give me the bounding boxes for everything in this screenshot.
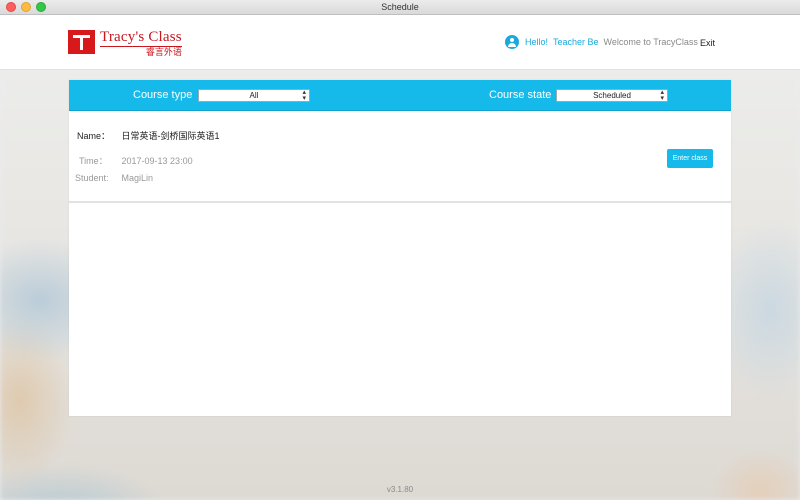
app-header: Tracy's Class 睿言外语 Hello! Teacher Be Wel… xyxy=(0,15,800,70)
filter-bar: Course type All ▴ ▾ Course state Schedule… xyxy=(69,80,731,111)
course-type-select[interactable]: All ▴ ▾ xyxy=(198,89,310,102)
tracys-class-logo: Tracy's Class 睿言外语 xyxy=(68,30,182,57)
logo-chinese: 睿言外语 xyxy=(145,47,182,57)
teacher-name[interactable]: Teacher Be xyxy=(553,37,599,47)
close-window-button[interactable] xyxy=(6,2,16,12)
select-arrows-icon: ▴ ▾ xyxy=(302,89,306,102)
enter-class-button[interactable]: Enter class xyxy=(667,149,713,168)
user-greeting: Hello! Teacher Be Welcome to TracyClass xyxy=(505,35,698,49)
course-name: 日常英语-剑桥国际英语1 xyxy=(121,131,220,141)
minimize-window-button[interactable] xyxy=(21,2,31,12)
course-time: 2017-09-13 23:00 xyxy=(121,156,193,166)
student-name: MagiLin xyxy=(121,173,154,183)
maximize-window-button[interactable] xyxy=(36,2,46,12)
course-state-value: Scheduled xyxy=(593,91,631,100)
window-controls xyxy=(6,2,46,12)
course-type-label: Course type xyxy=(133,89,193,101)
course-student-row: Student: MagiLin xyxy=(75,173,153,183)
name-label: Name： xyxy=(77,131,111,141)
welcome-text: Welcome to TracyClass xyxy=(603,37,698,47)
hello-text: Hello! xyxy=(525,37,549,47)
course-item: Name： 日常英语-剑桥国际英语1 Time： 2017-09-13 23:0… xyxy=(69,111,731,203)
course-time-row: Time： 2017-09-13 23:00 xyxy=(79,154,193,167)
course-state-select[interactable]: Scheduled ▴ ▾ xyxy=(556,89,668,102)
logo-english: Tracy's Class xyxy=(100,29,182,47)
window-title: Schedule xyxy=(381,2,419,12)
time-label: Time： xyxy=(79,156,108,166)
schedule-panel: Course type All ▴ ▾ Course state Schedule… xyxy=(69,80,731,416)
select-arrows-icon: ▴ ▾ xyxy=(660,89,664,102)
course-state-label: Course state xyxy=(489,89,552,101)
course-name-row: Name： 日常英语-剑桥国际英语1 xyxy=(77,129,220,142)
exit-button[interactable]: Exit xyxy=(700,38,715,48)
window-titlebar: Schedule xyxy=(0,0,800,15)
logo-t-icon xyxy=(68,30,95,54)
logo-text: Tracy's Class 睿言外语 xyxy=(100,30,182,57)
course-type-value: All xyxy=(249,91,259,100)
student-label: Student: xyxy=(75,173,109,183)
user-avatar-icon[interactable] xyxy=(505,35,519,49)
version-label: v3.1.80 xyxy=(386,485,414,494)
